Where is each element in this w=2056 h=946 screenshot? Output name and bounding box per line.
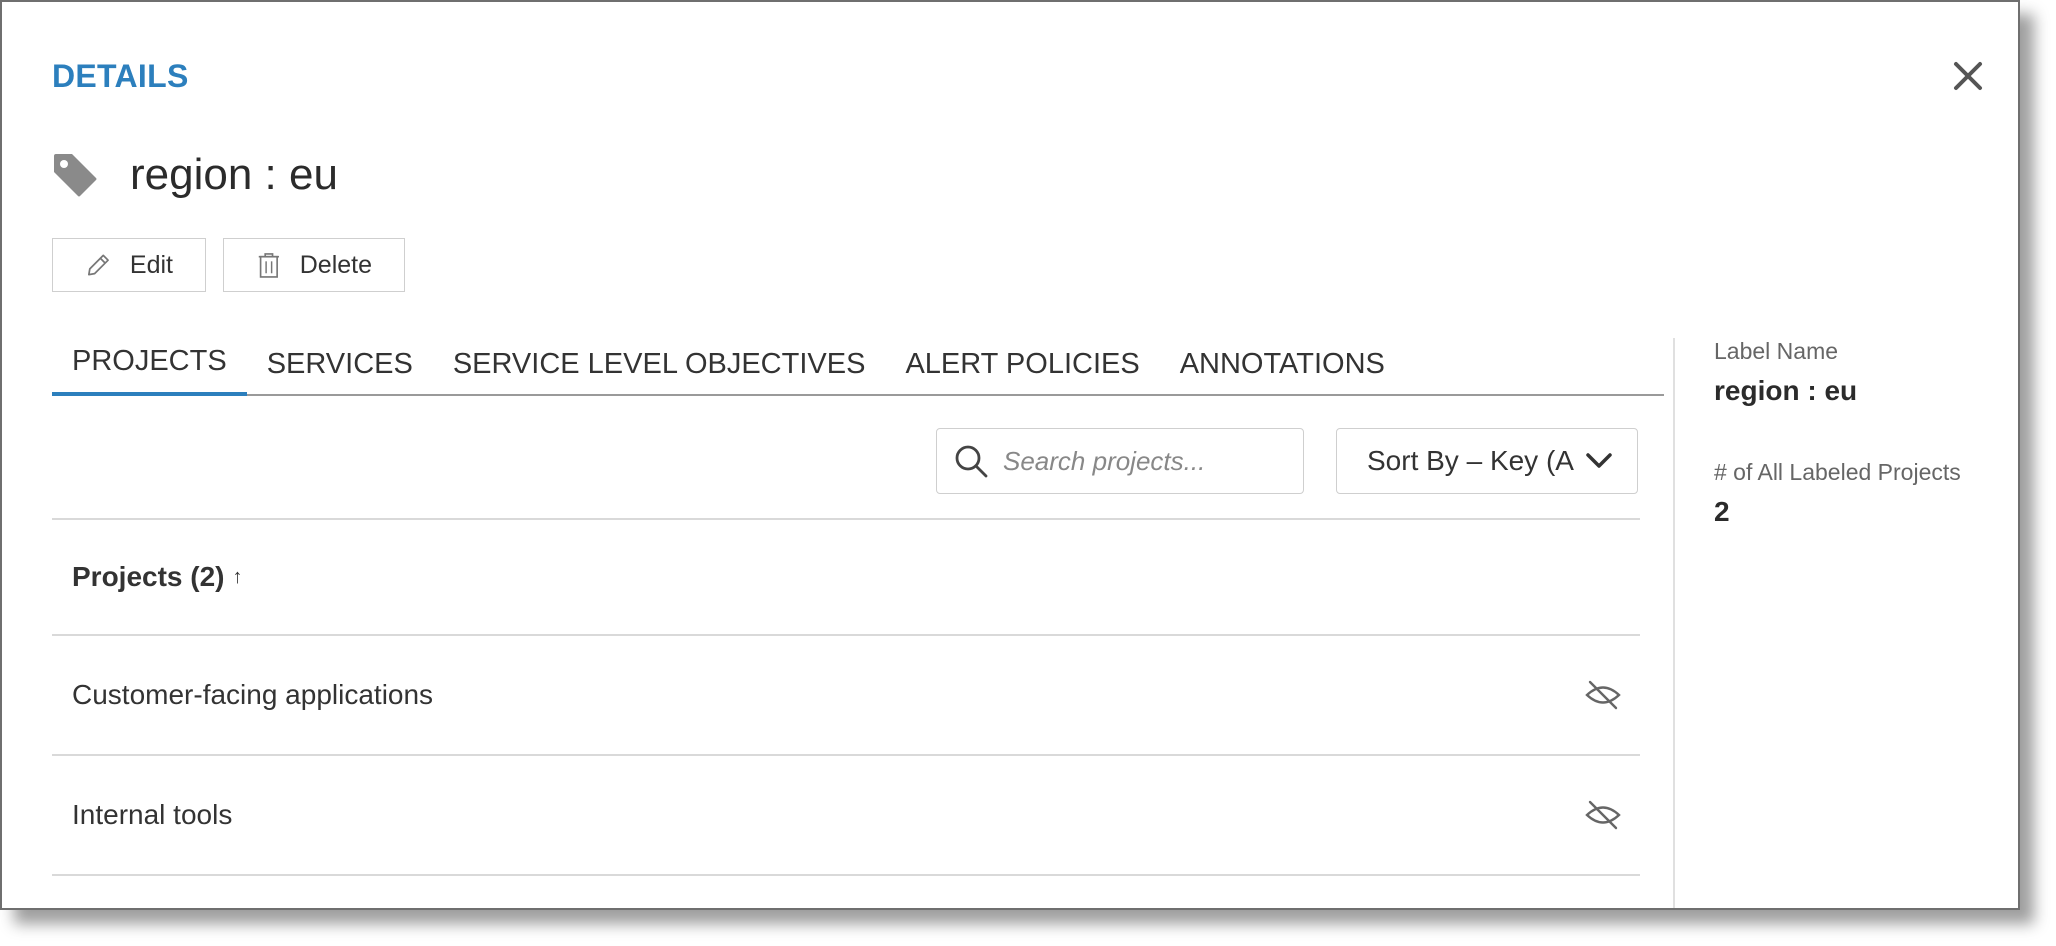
- tab-projects[interactable]: PROJECTS: [52, 332, 247, 396]
- sort-dropdown[interactable]: Sort By – Key (A: [1336, 428, 1638, 494]
- eye-slash-icon[interactable]: [1584, 798, 1622, 832]
- close-icon: [1954, 62, 1982, 90]
- details-panel: DETAILS region : eu Edit Delete PROJECTS…: [0, 0, 2020, 910]
- chevron-down-icon: [1586, 453, 1612, 468]
- table-header[interactable]: Projects (2) ↑: [52, 518, 1640, 636]
- trash-icon: [258, 253, 279, 278]
- details-title: DETAILS: [52, 58, 189, 94]
- sidebar-divider: [1673, 338, 1675, 908]
- search-box[interactable]: [936, 428, 1304, 494]
- sort-arrow-icon: ↑: [232, 565, 243, 588]
- edit-label: Edit: [129, 250, 173, 279]
- table-row[interactable]: Internal tools: [52, 756, 1640, 876]
- label-heading: region : eu: [52, 150, 338, 200]
- details-sidebar: Label Name region : eu # of All Labeled …: [1714, 338, 2014, 580]
- eye-slash-icon[interactable]: [1584, 678, 1622, 712]
- search-icon: [955, 445, 988, 478]
- pencil-icon: [87, 254, 109, 276]
- project-name: Internal tools: [72, 799, 233, 830]
- labeled-projects-count-value: 2: [1714, 496, 1730, 527]
- delete-button[interactable]: Delete: [223, 238, 405, 292]
- sort-selected-value: Sort By – Key (A: [1367, 445, 1574, 476]
- search-input[interactable]: [1003, 445, 1283, 477]
- tab-service-level-objectives[interactable]: SERVICE LEVEL OBJECTIVES: [433, 332, 886, 396]
- label-title: region : eu: [130, 150, 338, 199]
- edit-button[interactable]: Edit: [52, 238, 206, 292]
- label-name-title: Label Name: [1714, 338, 1839, 364]
- tag-icon: [54, 154, 97, 197]
- delete-label: Delete: [299, 250, 372, 279]
- close-button[interactable]: [1950, 58, 1986, 94]
- projects-table: Projects (2) ↑ Customer-facing applicati…: [52, 518, 1640, 876]
- project-name: Customer-facing applications: [72, 679, 434, 710]
- label-name-value: region : eu: [1714, 375, 1858, 406]
- labeled-projects-count-title: # of All Labeled Projects: [1714, 459, 1961, 485]
- tab-services[interactable]: SERVICES: [247, 332, 433, 396]
- tab-bar: PROJECTS SERVICES SERVICE LEVEL OBJECTIV…: [52, 332, 1664, 396]
- tab-alert-policies[interactable]: ALERT POLICIES: [885, 332, 1159, 396]
- table-header-label: Projects (2): [72, 561, 225, 592]
- tab-annotations[interactable]: ANNOTATIONS: [1160, 332, 1405, 396]
- table-row[interactable]: Customer-facing applications: [52, 636, 1640, 756]
